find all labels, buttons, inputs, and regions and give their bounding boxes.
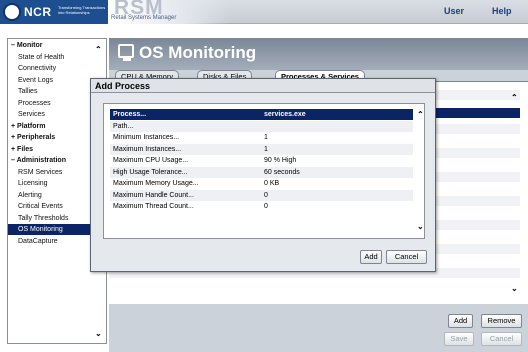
sidebar-item-label: Connectivity [18, 65, 57, 72]
property-row[interactable]: Maximum Handle Count... 0 [110, 189, 413, 201]
property-name: Minimum Instances... [113, 134, 180, 141]
property-name: High Usage Tolerance... [113, 168, 188, 176]
property-value: 0 KB [264, 180, 280, 187]
monitor-icon [118, 44, 134, 61]
sidebar-item[interactable]: Processes [8, 98, 51, 109]
app-window: NCR Transforming Transactions into Relat… [0, 0, 528, 352]
save-button[interactable]: Save [444, 332, 474, 346]
property-value: 60 seconds [264, 168, 300, 176]
sidebar-item-label: Processes [18, 99, 51, 107]
list-scroll-up-icon[interactable]: ⌃ [511, 93, 518, 102]
nav-user-link[interactable]: User [444, 6, 464, 16]
property-value: 90 % High [264, 157, 297, 164]
property-row[interactable]: Process... services.exe [110, 109, 413, 120]
property-value: 0 [264, 191, 268, 199]
property-name: Maximum CPU Usage... [113, 157, 189, 164]
property-value: services.exe [264, 111, 306, 118]
sidebar-item-label: RSM Services [18, 168, 63, 176]
sidebar-item[interactable]: DataCapture [8, 236, 58, 247]
sidebar-item-label: Platform [17, 122, 46, 130]
sidebar-item-label: Monitor [16, 42, 43, 49]
property-row[interactable]: Minimum Instances... 1 [110, 132, 413, 143]
sidebar-scroll-down-icon[interactable]: ⌄ [95, 329, 102, 338]
sidebar-item-label: Tally Thresholds [18, 214, 69, 222]
sidebar-item[interactable]: Tallies [8, 86, 37, 97]
property-value: 1 [264, 145, 268, 153]
list-scroll-down-icon[interactable]: ⌄ [511, 284, 518, 293]
property-row[interactable]: Maximum Instances... 1 [110, 143, 413, 155]
dialog-cancel-button[interactable]: Cancel [386, 250, 427, 264]
sidebar-item[interactable]: – Administration [8, 155, 66, 166]
remove-button[interactable]: Remove [481, 314, 522, 328]
top-bar: NCR Transforming Transactions into Relat… [0, 0, 528, 24]
brand-name: NCR [24, 5, 52, 19]
sidebar-item[interactable]: + Files [8, 144, 33, 155]
property-value: 1 [264, 134, 268, 141]
property-name: Maximum Handle Count... [113, 191, 194, 199]
property-row[interactable]: Maximum Thread Count... 0 [110, 201, 413, 212]
cancel-button[interactable]: Cancel [481, 332, 522, 346]
sidebar-item-label: Administration [16, 157, 66, 164]
product-full-name: Retail Systems Manager [111, 15, 177, 21]
sidebar-item[interactable]: + Platform [8, 121, 45, 132]
sidebar-item-label: Event Logs [18, 76, 54, 84]
add-button[interactable]: Add [448, 314, 473, 328]
property-row[interactable]: Maximum CPU Usage... 90 % High [110, 155, 413, 166]
property-name: Path... [113, 122, 134, 130]
sidebar-item[interactable]: RSM Services [8, 167, 62, 178]
sidebar-item[interactable]: Tally Thresholds [8, 213, 68, 224]
sidebar-item[interactable]: – Monitor [8, 40, 43, 51]
rsm-logo: RSM Retail Systems Manager [108, 0, 232, 24]
grid-scroll-down-icon[interactable]: ⌄ [417, 222, 424, 231]
property-row[interactable]: High Usage Tolerance... 60 seconds [110, 166, 413, 178]
ncr-globe-icon [3, 3, 21, 21]
sidebar-item-label: Tallies [18, 88, 38, 95]
property-row[interactable]: Path... [110, 120, 413, 132]
dialog-title: Add Process [91, 79, 435, 93]
sidebar-item[interactable]: Licensing [8, 178, 48, 189]
sidebar-item[interactable]: Alerting [8, 190, 42, 201]
property-value: 0 [264, 203, 268, 210]
grid-scroll-up-icon[interactable]: ⌃ [417, 110, 424, 119]
sidebar-item-label: Licensing [18, 180, 48, 187]
property-row[interactable]: Maximum Memory Usage... 0 KB [110, 178, 413, 189]
sidebar-item-label: OS Monitoring [18, 226, 63, 233]
sidebar-item-label: Alerting [18, 191, 42, 199]
sidebar-item[interactable]: Critical Events [8, 201, 63, 212]
property-grid: Process... services.exe Path... Minimum Ins… [103, 103, 425, 239]
nav-help-link[interactable]: Help [492, 6, 512, 16]
property-name: Maximum Memory Usage... [113, 180, 199, 187]
sidebar-item-label: Services [18, 111, 45, 118]
dialog-add-button[interactable]: Add [360, 250, 382, 264]
sidebar-item[interactable]: State of Health [8, 52, 64, 63]
page-title: OS Monitoring [139, 43, 257, 62]
add-process-dialog: Add Process Process... services.exe Path..… [90, 78, 436, 272]
property-name: Maximum Instances... [113, 145, 182, 153]
sidebar-item-label: State of Health [18, 53, 65, 61]
property-name: Maximum Thread Count... [113, 203, 194, 210]
sidebar-item-label: Critical Events [18, 203, 63, 210]
sidebar-item[interactable]: + Peripherals [8, 132, 55, 143]
sidebar-scroll-up-icon[interactable]: ⌃ [95, 45, 102, 54]
sidebar-item[interactable]: Event Logs [8, 75, 53, 86]
sidebar-item-label: Peripherals [17, 134, 56, 141]
sidebar-item-label: Files [17, 145, 33, 153]
sidebar-item[interactable]: Connectivity [8, 63, 56, 74]
property-name: Process... [113, 111, 147, 118]
brand-tagline: Transforming Transactions into Relations… [58, 5, 106, 15]
sidebar-item-label: DataCapture [18, 237, 58, 245]
ncr-logo: NCR Transforming Transactions into Relat… [0, 0, 108, 24]
sidebar-item[interactable]: Services [8, 109, 45, 120]
